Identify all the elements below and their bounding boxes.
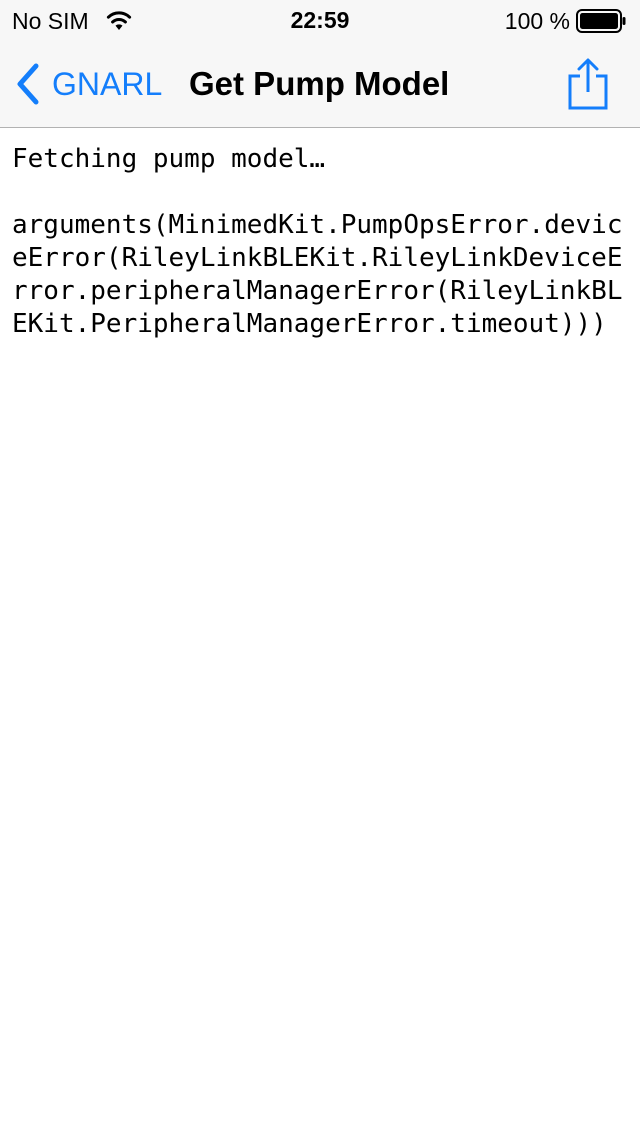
log-output: Fetching pump model… arguments(MinimedKi… [12,143,628,341]
battery-percentage: 100 % [504,8,570,34]
back-button[interactable]: GNARL [14,60,162,108]
navigation-bar: GNARL Get Pump Model [0,40,640,128]
back-button-label: GNARL [52,66,163,102]
share-icon[interactable] [564,56,612,112]
status-bar: No SIM 22:59 100 % [0,0,640,40]
battery-icon [576,9,626,33]
status-message: Fetching pump model… [12,144,326,174]
page-title: Get Pump Model [189,65,450,102]
chevron-left-icon [17,63,39,105]
error-message: arguments(MinimedKit.PumpOpsError.device… [12,210,623,339]
